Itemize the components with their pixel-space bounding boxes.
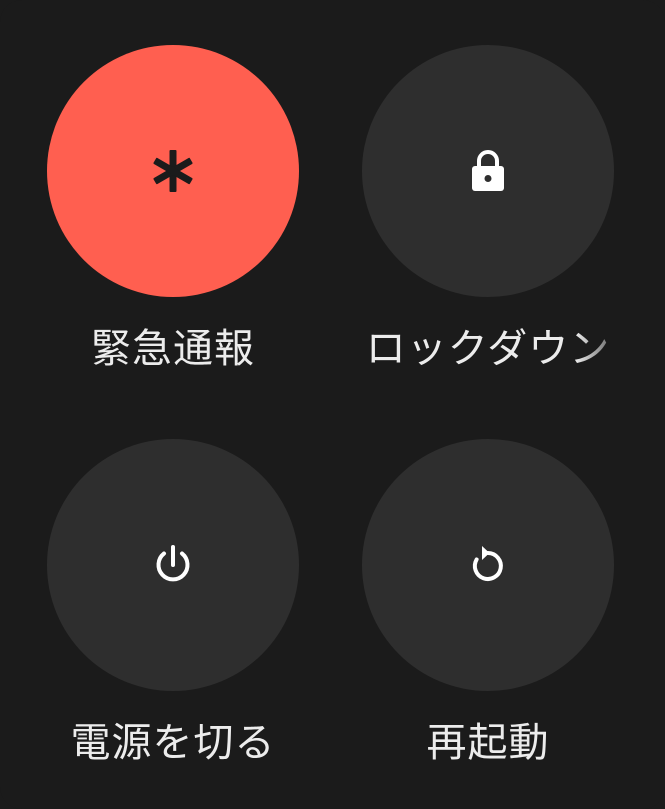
restart-label: 再起動 [426, 720, 550, 766]
lock-icon [468, 149, 508, 193]
restart-tile: 再起動 [362, 439, 614, 779]
emergency-tile: 緊急通報 [47, 45, 299, 385]
lockdown-label: ロックダウン [365, 326, 611, 372]
asterisk-icon [150, 148, 196, 194]
emergency-label: 緊急通報 [91, 326, 255, 372]
power-icon [151, 543, 195, 587]
lockdown-button[interactable] [362, 45, 614, 297]
power-off-label: 電源を切る [70, 720, 276, 766]
lockdown-tile: ロックダウン [362, 45, 614, 385]
power-off-button[interactable] [47, 439, 299, 691]
restart-button[interactable] [362, 439, 614, 691]
power-menu-panel: 緊急通報 ロックダウン 電源を切る 再起動 [0, 0, 665, 809]
restart-icon [466, 543, 510, 587]
emergency-button[interactable] [47, 45, 299, 297]
power-off-tile: 電源を切る [47, 439, 299, 779]
